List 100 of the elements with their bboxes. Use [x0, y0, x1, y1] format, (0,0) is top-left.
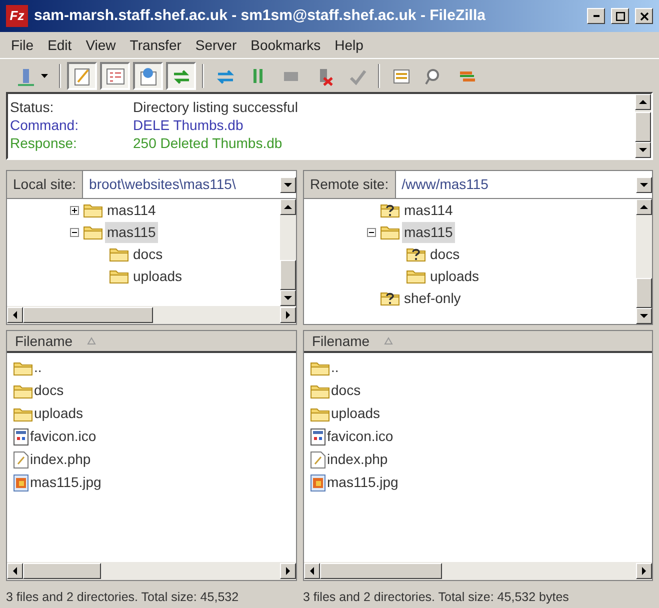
file-name[interactable]: favicon.ico: [30, 426, 96, 447]
notepad-icon: [72, 66, 92, 86]
file-name[interactable]: ..: [331, 357, 339, 378]
left-arrow-icon: [310, 567, 314, 575]
tree-item[interactable]: mas115: [105, 222, 158, 242]
scroll-right-button[interactable]: [636, 563, 652, 579]
scroll-down-button[interactable]: [635, 142, 651, 158]
right-arrow-icon: [642, 567, 646, 575]
document-icon: [310, 450, 326, 468]
site-label: Remote site:: [309, 175, 390, 194]
left-arrow-icon: [13, 567, 17, 575]
file-name[interactable]: index.php: [30, 449, 91, 470]
scroll-right-button[interactable]: [280, 563, 296, 579]
sort-icon: [86, 337, 96, 345]
close-button[interactable]: [635, 8, 653, 24]
down-arrow-icon: [639, 148, 647, 152]
down-arrow-icon: [640, 182, 648, 186]
status-text: 3 files and 2 directories. Total size: 45,532: [6, 588, 240, 606]
log-label: Status:: [10, 98, 55, 115]
file-name[interactable]: mas115.jpg: [327, 472, 398, 493]
folder-icon: [310, 382, 330, 398]
file-name[interactable]: favicon.ico: [327, 426, 394, 447]
scrollbar-thumb[interactable]: [636, 278, 652, 308]
window-file-icon: [13, 428, 29, 446]
menu-item[interactable]: View: [78, 34, 123, 56]
tree-item[interactable]: mas115: [402, 222, 455, 242]
scroll-up-button[interactable]: [635, 94, 651, 110]
tree-item[interactable]: uploads: [428, 266, 482, 286]
scrollbar-thumb[interactable]: [635, 112, 651, 142]
toolbar-button[interactable]: [67, 62, 97, 90]
folder-icon: [13, 382, 33, 398]
minimize-icon: [592, 15, 600, 17]
scroll-down-button[interactable]: [636, 308, 652, 324]
path-combobox[interactable]: broot\websites\mas115\: [82, 171, 296, 198]
scrollbar-thumb[interactable]: [280, 260, 296, 290]
file-name[interactable]: uploads: [331, 403, 380, 424]
tree-item[interactable]: uploads: [131, 266, 184, 286]
column-header[interactable]: Filename: [304, 331, 652, 353]
scrollbar-thumb[interactable]: [23, 307, 153, 323]
log-label: Response:: [10, 134, 78, 151]
folder-icon: [13, 360, 33, 376]
maximize-icon: [616, 12, 624, 20]
file-name[interactable]: index.php: [327, 449, 388, 470]
collapse-icon[interactable]: [366, 228, 376, 236]
menu-item[interactable]: Edit: [40, 34, 79, 56]
scroll-left-button[interactable]: [304, 563, 320, 579]
expand-icon[interactable]: [70, 206, 78, 214]
minimize-button[interactable]: [587, 8, 605, 24]
file-name[interactable]: docs: [331, 380, 361, 401]
scrollbar-thumb[interactable]: [320, 563, 442, 579]
file-name[interactable]: uploads: [34, 403, 84, 424]
file-name[interactable]: mas115.jpg: [30, 472, 102, 493]
scrollbar-thumb[interactable]: [23, 563, 101, 579]
folder-icon: [109, 246, 129, 262]
menu-item[interactable]: Bookmarks: [244, 34, 328, 56]
file-name[interactable]: ..: [34, 357, 42, 378]
tree-item[interactable]: docs: [428, 244, 462, 264]
tree-item[interactable]: mas114: [402, 200, 455, 220]
maximize-button[interactable]: [611, 8, 629, 24]
menu-item[interactable]: Server: [188, 34, 244, 56]
folder-icon: [310, 360, 330, 376]
scroll-up-button[interactable]: [280, 199, 296, 215]
site-label: Local site:: [12, 175, 78, 194]
globe-window-icon: [138, 66, 158, 86]
collapse-icon[interactable]: [70, 228, 78, 236]
right-arrow-icon: [286, 311, 290, 319]
menu-item[interactable]: Help: [328, 34, 370, 56]
tree-item[interactable]: mas114: [105, 200, 158, 220]
scroll-left-button[interactable]: [7, 307, 23, 323]
file-name[interactable]: docs: [34, 380, 64, 401]
question-folder-icon: [406, 246, 426, 262]
up-arrow-icon: [284, 205, 292, 209]
folder-icon: [380, 224, 400, 240]
question-folder-icon: [380, 290, 400, 306]
toolbar-button[interactable]: [166, 62, 196, 90]
scroll-right-button[interactable]: [280, 307, 296, 323]
scroll-up-button[interactable]: [636, 199, 652, 215]
toolbar-button[interactable]: [100, 62, 130, 90]
left-arrow-icon: [13, 311, 17, 319]
tree-item[interactable]: docs: [131, 244, 165, 264]
folder-icon: [13, 406, 33, 422]
menu-item[interactable]: File: [4, 34, 41, 56]
toolbar-button[interactable]: [133, 62, 163, 90]
path-combobox[interactable]: /www/mas115: [394, 171, 652, 198]
down-arrow-icon: [640, 314, 648, 318]
dropdown-button[interactable]: [636, 176, 652, 192]
column-header[interactable]: Filename: [7, 331, 296, 353]
scroll-left-button[interactable]: [7, 563, 23, 579]
tree-item[interactable]: shef-only: [402, 288, 463, 308]
app-logo: Fz: [6, 5, 28, 27]
menu-item[interactable]: Transfer: [122, 34, 188, 56]
down-arrow-icon: [284, 296, 292, 300]
log-message: DELE Thumbs.db: [133, 116, 244, 133]
folder-icon: [83, 224, 103, 240]
folder-icon: [83, 202, 103, 218]
tree-view-icon: [105, 66, 125, 86]
folder-icon: [109, 268, 129, 284]
image-file-icon: [13, 474, 29, 492]
scroll-down-button[interactable]: [280, 290, 296, 306]
dropdown-button[interactable]: [280, 176, 296, 192]
